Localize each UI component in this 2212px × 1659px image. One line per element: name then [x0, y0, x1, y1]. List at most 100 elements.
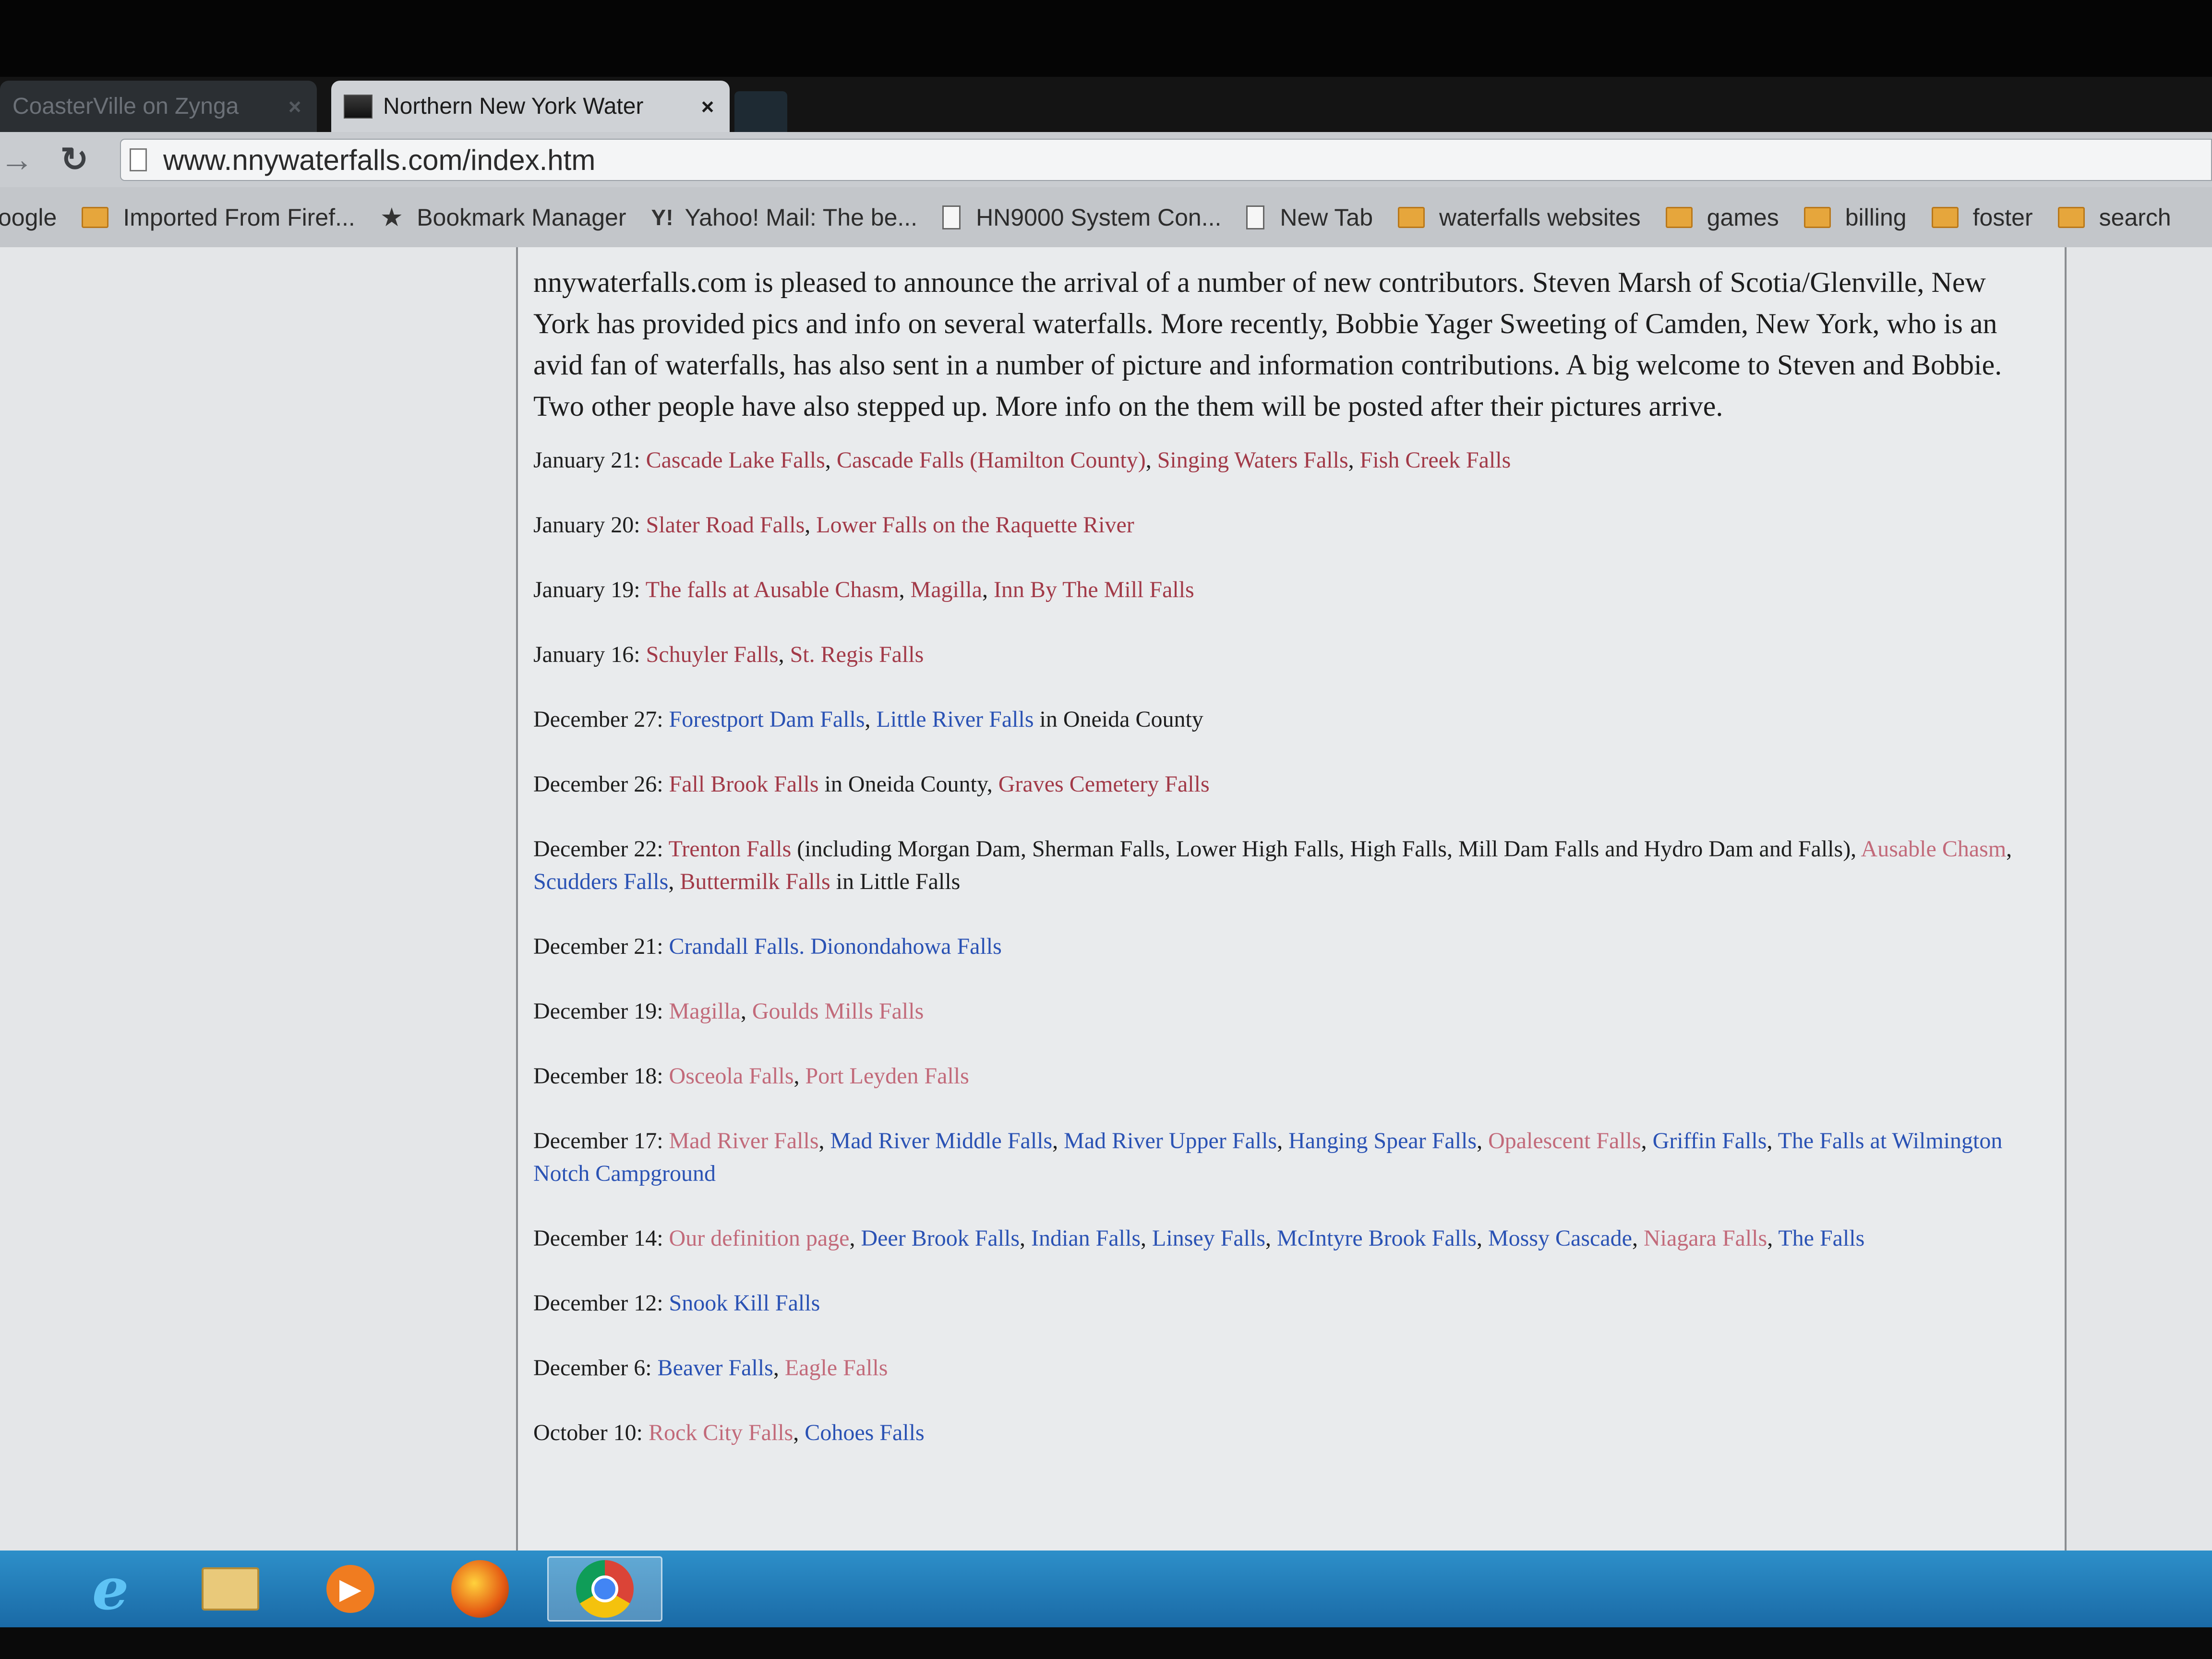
update-text: (including Morgan Dam, Sherman Falls, Lo… [791, 836, 1861, 862]
close-icon[interactable]: × [285, 94, 304, 120]
yahoo-icon: Y! [651, 204, 673, 230]
waterfall-link[interactable]: Hanging Spear Falls [1288, 1128, 1477, 1154]
waterfall-link[interactable]: Mad River Middle Falls [830, 1128, 1053, 1154]
waterfall-link[interactable]: Slater Road Falls [646, 512, 805, 538]
waterfall-link[interactable]: Little River Falls [877, 707, 1034, 732]
media-player-icon[interactable]: ▶ [293, 1556, 408, 1622]
internet-explorer-icon[interactable]: e [53, 1555, 168, 1623]
bookmark-item[interactable]: New Tab [1246, 204, 1373, 231]
forward-arrow-icon[interactable]: → [0, 141, 34, 178]
update-text: , [982, 577, 994, 602]
waterfall-link[interactable]: Magilla [911, 577, 982, 602]
site-favicon-icon [344, 94, 373, 119]
waterfall-link[interactable]: Dionondahowa Falls [810, 934, 1002, 959]
bookmark-label: waterfalls websites [1439, 204, 1641, 231]
update-text: , [825, 447, 837, 473]
update-text: , [865, 707, 877, 732]
waterfall-link[interactable]: The falls at Ausable Chasm [646, 577, 899, 602]
update-entry: December 12: Snook Kill Falls [533, 1287, 2045, 1320]
waterfall-link[interactable]: Osceola Falls [669, 1063, 794, 1089]
tab-northern-new-york-water[interactable]: Northern New York Water × [331, 81, 730, 132]
bookmark-item[interactable]: HN9000 System Con... [942, 204, 1221, 231]
bookmark-item[interactable]: waterfalls websites [1398, 204, 1641, 231]
waterfall-link[interactable]: Deer Brook Falls [861, 1226, 1020, 1251]
waterfall-link[interactable]: Forestport Dam Falls [669, 707, 865, 732]
waterfall-link[interactable]: Cascade Lake Falls [646, 447, 825, 473]
waterfall-link[interactable]: Cascade Falls (Hamilton County) [837, 447, 1146, 473]
waterfall-link[interactable]: Graves Cemetery Falls [998, 771, 1210, 797]
waterfall-link[interactable]: Rock City Falls [649, 1420, 793, 1445]
bookmark-label: games [1707, 204, 1779, 231]
waterfall-link[interactable]: Magilla [669, 998, 741, 1024]
update-entry: January 19: The falls at Ausable Chasm, … [533, 574, 2045, 606]
bookmark-item[interactable]: search [2057, 204, 2171, 231]
waterfall-link[interactable]: Niagara Falls [1644, 1226, 1767, 1251]
bookmark-item[interactable]: ★ Bookmark Manager [380, 202, 626, 232]
waterfall-link[interactable]: Crandall Falls [669, 934, 799, 959]
firefox-icon[interactable] [422, 1556, 538, 1622]
waterfall-link[interactable]: St. Regis Falls [790, 642, 924, 667]
update-date: December 6: [533, 1355, 658, 1381]
waterfall-link[interactable]: Our definition page [669, 1226, 850, 1251]
waterfall-link[interactable]: Schuyler Falls [646, 642, 779, 667]
bookmark-label: search [2099, 204, 2171, 231]
update-date: December 17: [533, 1128, 669, 1154]
waterfall-link[interactable]: Fall Brook Falls [669, 771, 819, 797]
bookmark-item[interactable]: oogle [0, 204, 57, 231]
waterfall-link[interactable]: Griffin Falls [1653, 1128, 1767, 1154]
waterfall-link[interactable]: Opalescent Falls [1488, 1128, 1641, 1154]
address-bar[interactable]: www.nnywaterfalls.com/index.htm [120, 139, 2212, 181]
waterfall-link[interactable]: The Falls [1778, 1226, 1864, 1251]
browser-toolbar: → ↻ www.nnywaterfalls.com/index.htm [0, 132, 2212, 187]
bookmark-item[interactable]: Imported From Firef... [82, 204, 355, 231]
update-date: December 27: [533, 707, 669, 732]
waterfall-link[interactable]: Eagle Falls [785, 1355, 888, 1381]
waterfall-link[interactable]: Indian Falls [1031, 1226, 1141, 1251]
waterfall-link[interactable]: Snook Kill Falls [669, 1290, 820, 1316]
waterfall-link[interactable]: Port Leyden Falls [805, 1063, 969, 1089]
waterfall-link[interactable]: Trenton Falls [669, 836, 792, 862]
left-margin [0, 247, 516, 1551]
waterfall-link[interactable]: Mad River Falls [669, 1128, 819, 1154]
waterfall-link[interactable]: Beaver Falls [658, 1355, 773, 1381]
reload-icon[interactable]: ↻ [58, 141, 91, 178]
update-entry: December 26: Fall Brook Falls in Oneida … [533, 768, 2045, 801]
update-text: , [778, 642, 790, 667]
tab-coasterville[interactable]: CoasterVille on Zynga × [0, 81, 317, 132]
waterfall-link[interactable]: Lower Falls on the Raquette River [816, 512, 1134, 538]
update-text: , [1767, 1128, 1778, 1154]
bookmark-label: oogle [0, 204, 57, 231]
bookmark-item[interactable]: foster [1931, 204, 2033, 231]
waterfall-link[interactable]: Mossy Cascade [1488, 1226, 1632, 1251]
bookmark-item[interactable]: Y! Yahoo! Mail: The be... [651, 204, 918, 231]
windows-explorer-icon[interactable] [173, 1556, 288, 1622]
waterfall-link[interactable]: Goulds Mills Falls [752, 998, 924, 1024]
bookmark-item[interactable]: billing [1803, 204, 1907, 231]
url-text[interactable]: www.nnywaterfalls.com/index.htm [163, 144, 595, 177]
document-icon [942, 205, 961, 229]
waterfall-link[interactable]: Buttermilk Falls [680, 869, 830, 894]
update-text: , [818, 1128, 830, 1154]
waterfall-link[interactable]: Fish Creek Falls [1360, 447, 1511, 473]
bookmark-item[interactable]: games [1665, 204, 1779, 231]
folder-icon [82, 206, 109, 228]
waterfall-link[interactable]: Linsey Falls [1152, 1226, 1265, 1251]
update-date: October 10: [533, 1420, 649, 1445]
chrome-icon[interactable] [547, 1556, 662, 1622]
waterfall-link[interactable]: Scudders Falls [533, 869, 668, 894]
close-icon[interactable]: × [698, 94, 717, 120]
waterfall-link[interactable]: . [799, 934, 810, 959]
page-icon [130, 148, 147, 171]
update-text: , [899, 577, 911, 602]
waterfall-link[interactable]: McIntyre Brook Falls [1277, 1226, 1477, 1251]
waterfall-link[interactable]: Ausable Chasm [1861, 836, 2007, 862]
waterfall-link[interactable]: Singing Waters Falls [1157, 447, 1348, 473]
waterfall-link[interactable]: Inn By The Mill Falls [994, 577, 1194, 602]
waterfall-link[interactable]: Mad River Upper Falls [1064, 1128, 1277, 1154]
waterfall-link[interactable]: Cohoes Falls [805, 1420, 924, 1445]
update-text: , [1277, 1128, 1289, 1154]
update-text: , [793, 1063, 805, 1089]
new-tab-button[interactable] [734, 91, 787, 132]
update-date: January 16: [533, 642, 646, 667]
update-text: , [1641, 1128, 1653, 1154]
